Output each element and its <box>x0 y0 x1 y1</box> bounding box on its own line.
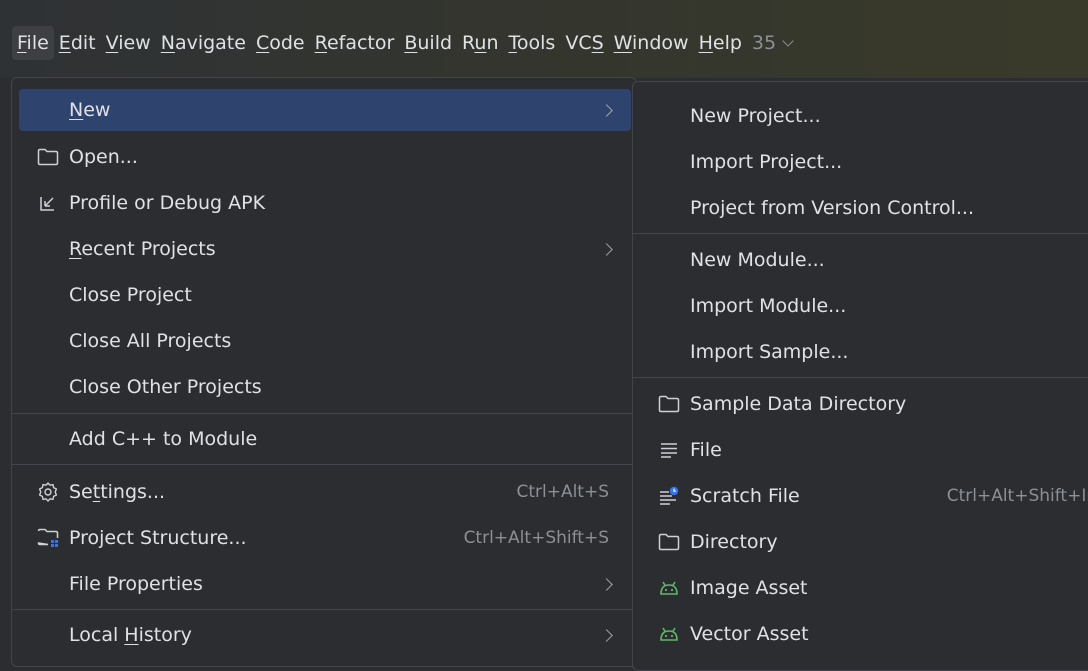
new-submenu-item-import-module[interactable]: Import Module... <box>640 285 1088 327</box>
new-submenu-item-label: File <box>690 439 722 461</box>
file-menu-item-close-project[interactable]: Close Project <box>19 274 631 316</box>
file-menu-item-close-other-projects[interactable]: Close Other Projects <box>19 366 631 408</box>
file-menu-item-label: Close Other Projects <box>69 376 262 398</box>
file-menu-item-profile-debug-apk[interactable]: Profile or Debug APK <box>19 182 631 224</box>
file-menu-item-label: File Properties <box>69 573 203 595</box>
new-submenu-item-label: New Project... <box>690 105 821 127</box>
file-menu-item-local-history[interactable]: Local History <box>19 614 631 656</box>
menu-tools[interactable]: Tools <box>504 26 561 60</box>
new-submenu-item-label: Import Sample... <box>690 341 849 363</box>
new-submenu-item-new-module[interactable]: New Module... <box>640 239 1088 281</box>
folder-icon <box>656 529 682 555</box>
file-menu-item-label: Close Project <box>69 284 192 306</box>
new-submenu-item-sample-data-directory[interactable]: Sample Data Directory <box>640 383 1088 425</box>
menu-window[interactable]: Window <box>609 26 694 60</box>
file-menu-item-label: Profile or Debug APK <box>69 192 266 214</box>
new-submenu-item-label: Scratch File <box>690 485 800 507</box>
file-menu-item-label: New <box>69 99 111 121</box>
new-submenu-item-label: Project from Version Control... <box>690 197 975 219</box>
menu-separator <box>633 233 1088 234</box>
gear-icon <box>35 479 61 505</box>
scratch-file-icon <box>656 483 682 509</box>
android-icon <box>656 621 682 647</box>
new-submenu-item-label: Image Asset <box>690 577 808 599</box>
new-submenu-item-directory[interactable]: Directory <box>640 521 1088 563</box>
menu-bar: File Edit View Navigate Code Refactor Bu… <box>0 0 1088 78</box>
new-submenu: New Project... Import Project... Project… <box>632 81 1088 671</box>
file-lines-icon <box>656 437 682 463</box>
file-menu-item-label: Open... <box>69 146 138 168</box>
file-menu-item-add-cpp[interactable]: Add C++ to Module <box>19 418 631 460</box>
menu-view[interactable]: View <box>101 26 156 60</box>
new-submenu-item-label: New Module... <box>690 249 825 271</box>
folder-icon <box>35 144 61 170</box>
new-submenu-item-label: Directory <box>690 531 778 553</box>
file-menu-item-label: Recent Projects <box>69 238 216 260</box>
shortcut-label: Ctrl+Alt+Shift+S <box>463 528 609 548</box>
menu-separator <box>12 609 636 610</box>
menu-navigate[interactable]: Navigate <box>156 26 251 60</box>
file-menu-item-label: Add C++ to Module <box>69 428 258 450</box>
new-submenu-item-label: Sample Data Directory <box>690 393 907 415</box>
menu-vcs[interactable]: VCS <box>560 26 608 60</box>
chevron-right-icon <box>600 628 613 642</box>
chevron-right-icon <box>600 242 613 256</box>
android-icon <box>656 575 682 601</box>
menu-edit[interactable]: Edit <box>54 26 101 60</box>
file-menu-item-open[interactable]: Open... <box>19 136 631 178</box>
file-menu-item-file-properties[interactable]: File Properties <box>19 563 631 605</box>
project-structure-icon <box>35 525 61 551</box>
menu-run[interactable]: Run <box>457 26 503 60</box>
menu-help[interactable]: Help <box>694 26 747 60</box>
menu-refactor[interactable]: Refactor <box>310 26 400 60</box>
file-menu-item-close-all-projects[interactable]: Close All Projects <box>19 320 631 362</box>
menu-separator <box>12 464 636 465</box>
menu-build[interactable]: Build <box>399 26 457 60</box>
import-arrow-icon <box>35 190 61 216</box>
file-menu-item-label: Close All Projects <box>69 330 232 352</box>
file-menu-item-label: Project Structure... <box>69 527 247 549</box>
file-menu-item-recent-projects[interactable]: Recent Projects <box>19 228 631 270</box>
menu-file[interactable]: File <box>12 26 54 60</box>
overflow-count: 35 <box>751 32 777 54</box>
file-menu-item-label: Settings... <box>69 481 166 503</box>
new-submenu-item-import-project[interactable]: Import Project... <box>640 141 1088 183</box>
file-menu-item-project-structure[interactable]: Project Structure... Ctrl+Alt+Shift+S <box>19 517 631 559</box>
new-submenu-item-label: Vector Asset <box>690 623 809 645</box>
new-submenu-item-label: Import Project... <box>690 151 843 173</box>
new-submenu-item-import-sample[interactable]: Import Sample... <box>640 331 1088 373</box>
new-submenu-item-project-from-vcs[interactable]: Project from Version Control... <box>640 187 1088 229</box>
new-submenu-item-file[interactable]: File <box>640 429 1088 471</box>
shortcut-label: Ctrl+Alt+S <box>516 482 609 502</box>
chevron-right-icon <box>600 103 613 117</box>
new-submenu-item-scratch-file[interactable]: Scratch File Ctrl+Alt+Shift+Ins <box>640 475 1088 517</box>
folder-icon <box>656 391 682 417</box>
file-menu-item-settings[interactable]: Settings... Ctrl+Alt+S <box>19 471 631 513</box>
new-submenu-item-new-project[interactable]: New Project... <box>640 95 1088 137</box>
new-submenu-item-vector-asset[interactable]: Vector Asset <box>640 613 1088 655</box>
shortcut-label: Ctrl+Alt+Shift+Ins <box>946 486 1088 506</box>
file-menu: New Open... Profile or Debug APK Recent … <box>11 77 637 667</box>
file-menu-item-label: Local History <box>69 624 192 646</box>
menu-separator <box>12 413 636 414</box>
new-submenu-item-image-asset[interactable]: Image Asset <box>640 567 1088 609</box>
menu-bar-items: File Edit View Navigate Code Refactor Bu… <box>12 26 797 60</box>
chevron-down-icon <box>782 35 794 47</box>
menu-overflow[interactable]: 35 <box>747 26 797 60</box>
new-submenu-item-label: Import Module... <box>690 295 847 317</box>
menu-separator <box>633 377 1088 378</box>
menu-code[interactable]: Code <box>251 26 310 60</box>
file-menu-item-new[interactable]: New <box>19 89 631 131</box>
chevron-right-icon <box>600 577 613 591</box>
